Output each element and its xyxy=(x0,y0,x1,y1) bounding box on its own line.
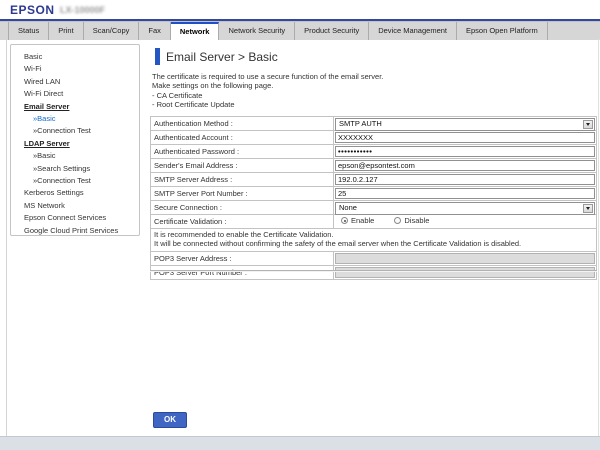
field-label: POP3 Server Port Number : xyxy=(151,266,334,279)
ok-button[interactable]: OK xyxy=(153,412,187,428)
radio-label: Disable xyxy=(404,216,429,225)
field-label: POP3 Server Address : xyxy=(151,252,334,265)
table-row: SMTP Server Address : xyxy=(151,173,596,187)
email-server-settings-table: Authentication Method : SMTP AUTH Authen… xyxy=(150,116,597,280)
smtp-server-port-input[interactable] xyxy=(335,188,595,199)
selected-value: SMTP AUTH xyxy=(336,119,594,129)
sidebar-section-email-server[interactable]: Email Server xyxy=(24,101,139,113)
top-tab-bar: Status Print Scan/Copy Fax Network Netwo… xyxy=(0,21,600,40)
secure-connection-select[interactable]: None xyxy=(335,202,595,215)
tab-network[interactable]: Network xyxy=(171,22,220,40)
table-row: Authenticated Account : xyxy=(151,131,596,145)
sidebar-item-ldap-basic[interactable]: »Basic xyxy=(24,150,139,162)
sidebar-item-kerberos-settings[interactable]: Kerberos Settings xyxy=(24,187,139,199)
printer-model-blurred: LX-10000F xyxy=(60,5,105,15)
note-line: It will be connected without confirming … xyxy=(154,240,596,249)
tab-product-security[interactable]: Product Security xyxy=(295,22,369,40)
tab-fax[interactable]: Fax xyxy=(139,22,171,40)
certificate-validation-disable-radio[interactable] xyxy=(394,217,401,224)
field-label: SMTP Server Address : xyxy=(151,173,334,186)
sidebar-item-wired-lan[interactable]: Wired LAN xyxy=(24,76,139,88)
page-footer-band xyxy=(0,436,600,450)
field-label: SMTP Server Port Number : xyxy=(151,187,334,200)
section-divider xyxy=(150,270,597,272)
app-header: EPSON LX-10000F xyxy=(0,0,600,21)
table-row: Authenticated Password : xyxy=(151,145,596,159)
field-label: Secure Connection : xyxy=(151,201,334,214)
selected-value: None xyxy=(336,203,594,213)
pop3-server-address-input xyxy=(335,253,595,264)
field-label: Sender's Email Address : xyxy=(151,159,334,172)
tab-status[interactable]: Status xyxy=(8,22,49,40)
description-line: The certificate is required to use a sec… xyxy=(152,72,383,81)
smtp-server-address-input[interactable] xyxy=(335,174,595,185)
epson-logo: EPSON xyxy=(10,3,55,17)
sidebar-item-epson-connect-services[interactable]: Epson Connect Services xyxy=(24,212,139,224)
sidebar-item-ms-network[interactable]: MS Network xyxy=(24,200,139,212)
table-row: Certificate Validation : Enable Disable xyxy=(151,215,596,229)
field-label: Certificate Validation : xyxy=(151,215,334,228)
sidebar-item-email-server-basic[interactable]: »Basic xyxy=(24,113,139,125)
tab-network-security[interactable]: Network Security xyxy=(219,22,295,40)
pop3-server-port-input xyxy=(335,267,595,278)
content-frame-left xyxy=(6,39,7,437)
authenticated-account-input[interactable] xyxy=(335,132,595,143)
tab-epson-open-platform[interactable]: Epson Open Platform xyxy=(457,22,548,40)
authentication-method-select[interactable]: SMTP AUTH xyxy=(335,118,595,131)
chevron-down-icon xyxy=(583,204,593,213)
page-title-accent-bar xyxy=(155,48,160,65)
table-row: POP3 Server Address : xyxy=(151,252,596,266)
description-line: - CA Certificate xyxy=(152,91,383,100)
sidebar-item-wifi[interactable]: Wi-Fi xyxy=(24,63,139,75)
table-row: POP3 Server Port Number : xyxy=(151,266,596,280)
page-title: Email Server > Basic xyxy=(166,50,278,64)
sidebar-item-ldap-connection-test[interactable]: »Connection Test xyxy=(24,175,139,187)
tab-print[interactable]: Print xyxy=(49,22,83,40)
radio-label: Enable xyxy=(351,216,374,225)
sidebar-nav: Basic Wi-Fi Wired LAN Wi-Fi Direct Email… xyxy=(10,44,140,236)
sidebar-item-email-server-connection-test[interactable]: »Connection Test xyxy=(24,125,139,137)
table-row: Secure Connection : None xyxy=(151,201,596,215)
description-line: Make settings on the following page. xyxy=(152,81,383,90)
sidebar-item-wifi-direct[interactable]: Wi-Fi Direct xyxy=(24,88,139,100)
chevron-down-icon xyxy=(583,120,593,129)
tab-device-management[interactable]: Device Management xyxy=(369,22,457,40)
sidebar-item-basic[interactable]: Basic xyxy=(24,51,139,63)
certificate-validation-enable-radio[interactable] xyxy=(341,217,348,224)
senders-email-address-input[interactable] xyxy=(335,160,595,171)
tab-scan-copy[interactable]: Scan/Copy xyxy=(84,22,140,40)
sidebar-section-ldap-server[interactable]: LDAP Server xyxy=(24,138,139,150)
field-label: Authentication Method : xyxy=(151,117,334,130)
authenticated-password-input[interactable] xyxy=(335,146,595,157)
page-description: The certificate is required to use a sec… xyxy=(152,72,383,109)
table-row: Sender's Email Address : xyxy=(151,159,596,173)
table-row: Authentication Method : SMTP AUTH xyxy=(151,117,596,131)
field-label: Authenticated Password : xyxy=(151,145,334,158)
content-frame-right xyxy=(598,39,599,437)
description-line: - Root Certificate Update xyxy=(152,100,383,109)
table-row: SMTP Server Port Number : xyxy=(151,187,596,201)
sidebar-item-ldap-search-settings[interactable]: »Search Settings xyxy=(24,163,139,175)
field-label: Authenticated Account : xyxy=(151,131,334,144)
certificate-validation-note: It is recommended to enable the Certific… xyxy=(151,229,596,252)
sidebar-item-google-cloud-print-services[interactable]: Google Cloud Print Services xyxy=(24,225,139,237)
